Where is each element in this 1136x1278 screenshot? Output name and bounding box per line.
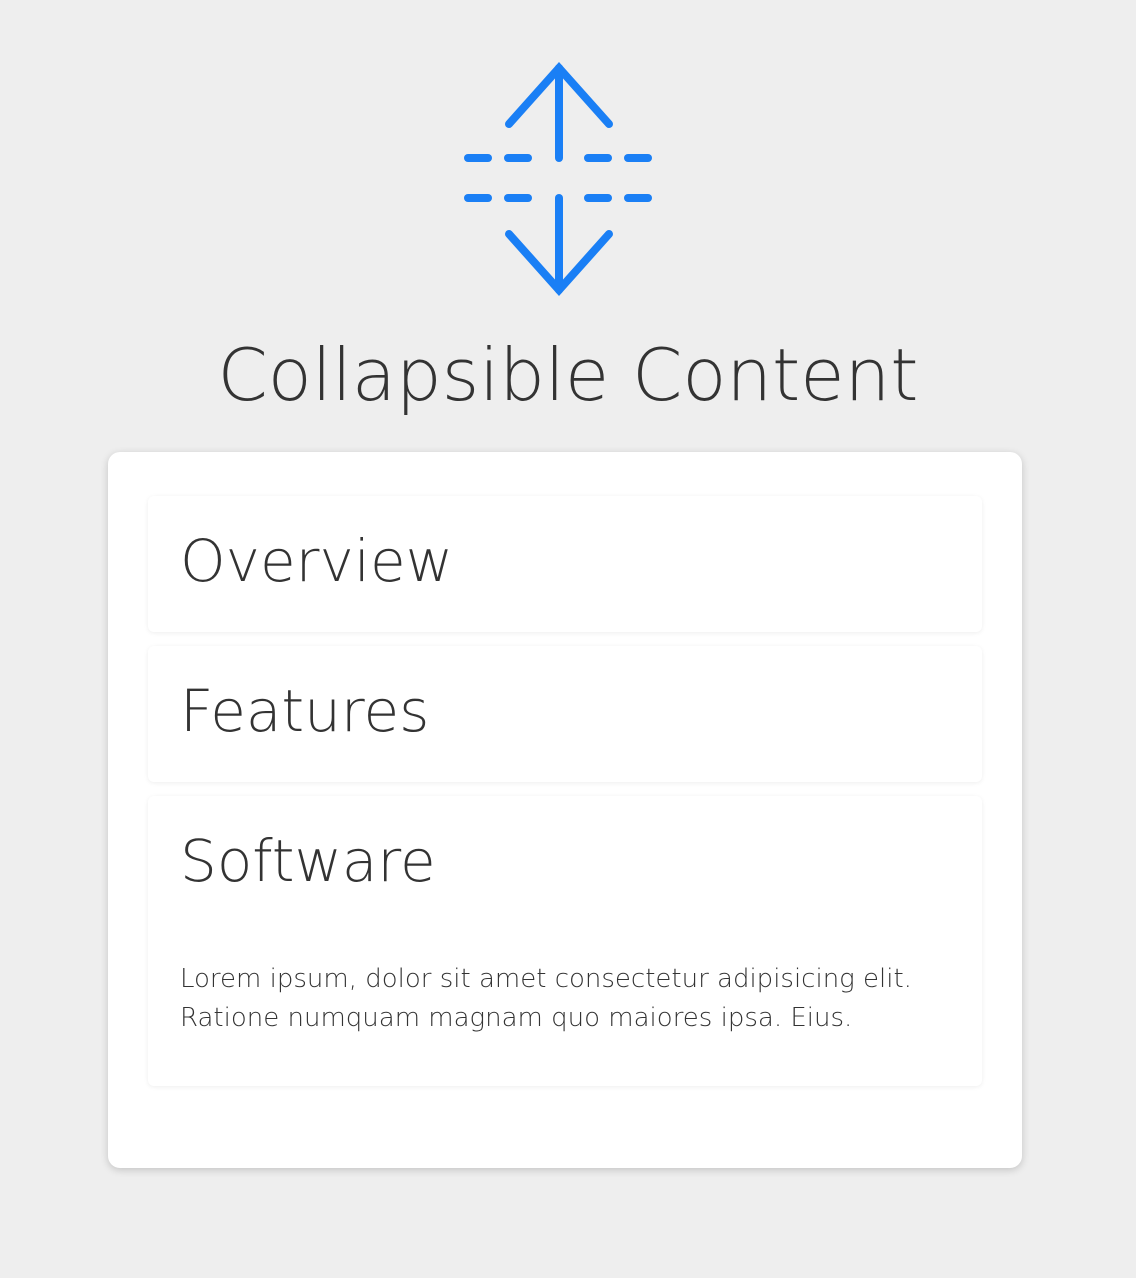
accordion-item-overview[interactable]: Overview [148,496,982,632]
accordion-card: Overview Features Software Lorem ipsum, … [108,452,1022,1168]
content-line: Ratione numquam magnam quo maiores ipsa.… [180,1003,853,1033]
accordion-content-software: Lorem ipsum, dolor sit amet consectetur … [180,960,950,1038]
accordion-item-software[interactable]: Software Lorem ipsum, dolor sit amet con… [148,796,982,1086]
accordion-item-features[interactable]: Features [148,646,982,782]
accordion-header-overview[interactable]: Overview [180,520,453,602]
page-title: Collapsible Content [217,333,919,417]
content-line: Lorem ipsum, dolor sit amet consectetur … [180,964,912,994]
accordion-header-software[interactable]: Software [180,820,436,902]
expand-collapse-icon [459,60,659,300]
accordion-header-features[interactable]: Features [180,670,429,752]
